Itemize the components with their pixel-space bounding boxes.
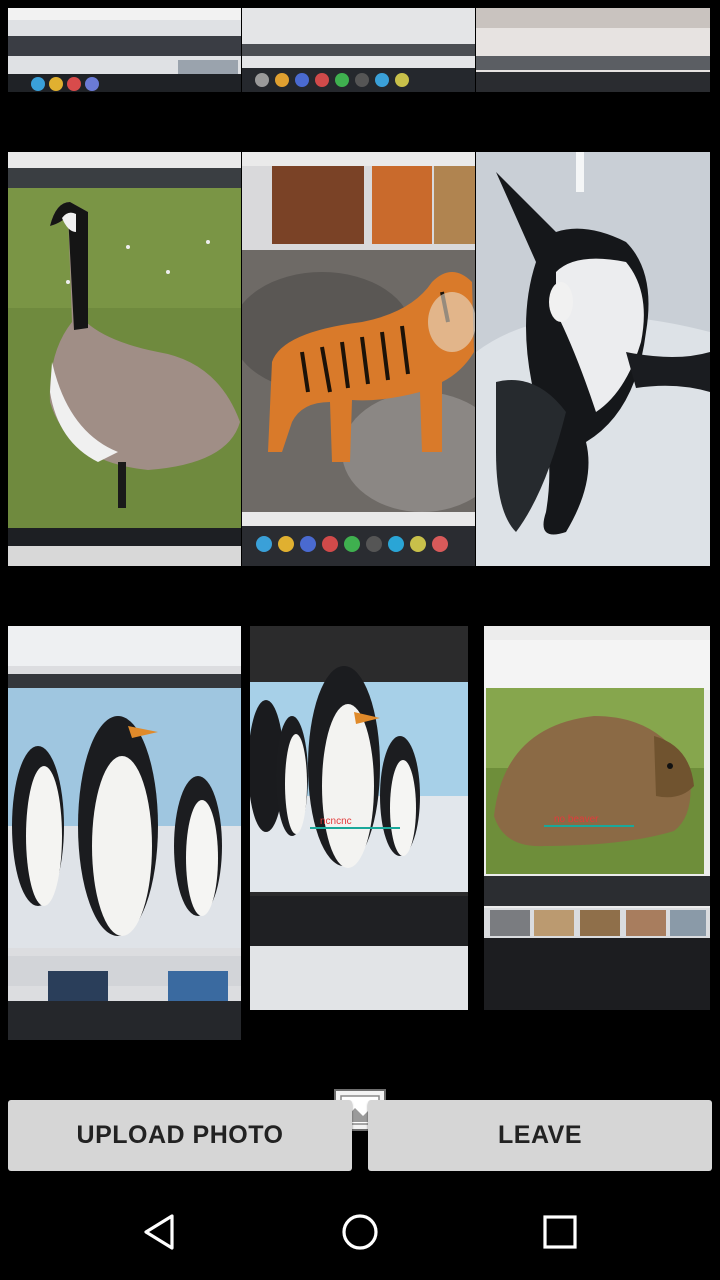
system-navigation-bar: [0, 1180, 720, 1280]
back-triangle-icon[interactable]: [130, 1202, 190, 1262]
photo-tile-top-3[interactable]: [476, 8, 710, 92]
photo-tile-goose[interactable]: [8, 152, 241, 566]
upload-photo-label: UPLOAD PHOTO: [76, 1121, 284, 1149]
photo-tile-orca[interactable]: [476, 152, 710, 566]
photo-tile-top-1[interactable]: [8, 8, 241, 92]
leave-label: LEAVE: [498, 1121, 582, 1149]
home-circle-icon[interactable]: [330, 1202, 390, 1262]
photo-tile-top-2[interactable]: [242, 8, 475, 92]
photo-tile-tiger[interactable]: [242, 152, 475, 566]
photo-tile-penguins[interactable]: [8, 626, 241, 1040]
leave-button[interactable]: LEAVE: [368, 1100, 712, 1171]
photo-tile-penguins-annotated[interactable]: ncncnc: [250, 626, 468, 1010]
annotation-text-penguins: ncncnc: [320, 816, 352, 827]
upload-photo-button[interactable]: UPLOAD PHOTO: [8, 1100, 352, 1171]
recents-square-icon[interactable]: [530, 1202, 590, 1262]
annotation-text-beaver: no beaver: [554, 814, 599, 825]
photo-tile-beaver[interactable]: no beaver: [484, 626, 710, 1010]
